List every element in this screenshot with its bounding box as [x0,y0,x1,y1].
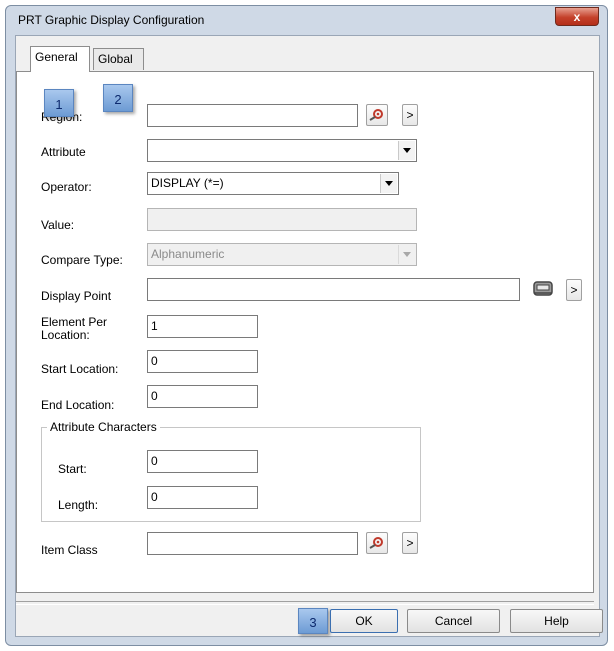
display-point-more-button[interactable]: > [566,279,582,301]
button-bar-divider [16,601,594,605]
callout-badge-3: 3 [298,608,328,634]
display-point-label: Display Point [41,289,112,303]
tab-general-label: General [35,50,78,64]
chevron-down-icon[interactable] [380,174,397,193]
search-icon [369,537,383,549]
attribute-characters-label: Attribute Characters [47,420,160,434]
chevron-down-icon[interactable] [398,245,415,264]
operator-label: Operator: [41,180,92,194]
display-point-browse-button[interactable] [530,277,556,301]
window-title: PRT Graphic Display Configuration [18,13,205,27]
tab-general[interactable]: General [30,46,90,72]
value-input[interactable] [147,208,417,231]
region-search-button[interactable] [366,104,388,126]
operator-select[interactable]: DISPLAY (*=) [147,172,399,195]
item-class-more-button[interactable]: > [402,532,418,554]
callout-badge-1: 1 [44,89,74,117]
item-class-input[interactable] [147,532,358,555]
region-more-button[interactable]: > [402,104,418,126]
end-location-label: End Location: [41,398,115,412]
end-location-input[interactable]: 0 [147,385,258,408]
title-bar[interactable]: PRT Graphic Display Configuration x [6,6,607,36]
compare-type-label: Compare Type: [41,253,123,267]
chevron-down-icon[interactable] [398,141,415,160]
tab-global[interactable]: Global [93,48,144,70]
cancel-button[interactable]: Cancel [407,609,500,633]
compare-type-select[interactable]: Alphanumeric [147,243,417,266]
value-label: Value: [41,218,75,232]
length-label: Length: [58,498,99,512]
close-icon: x [573,10,581,24]
callout-badge-2: 2 [103,84,133,112]
region-input[interactable] [147,104,358,127]
attribute-select[interactable] [147,139,417,162]
attribute-label: Attribute [41,145,86,159]
display-point-input[interactable] [147,278,520,301]
item-class-label: Item Class [41,543,98,557]
compare-type-select-value: Alphanumeric [151,247,225,261]
display-point-icon [533,281,553,296]
item-class-search-button[interactable] [366,532,388,554]
start-input[interactable]: 0 [147,450,258,473]
length-input[interactable]: 0 [147,486,258,509]
operator-select-value: DISPLAY (*=) [151,176,224,190]
tab-global-label: Global [98,52,133,66]
start-location-input[interactable]: 0 [147,350,258,373]
close-button[interactable]: x [555,7,599,26]
element-per-location-input[interactable]: 1 [147,315,258,338]
search-icon [369,109,383,121]
ok-button[interactable]: OK [330,609,398,633]
start-label: Start: [58,462,87,476]
start-location-label: Start Location: [41,362,119,376]
element-per-location-label: Element Per Location: [41,315,108,342]
help-button[interactable]: Help [510,609,603,633]
